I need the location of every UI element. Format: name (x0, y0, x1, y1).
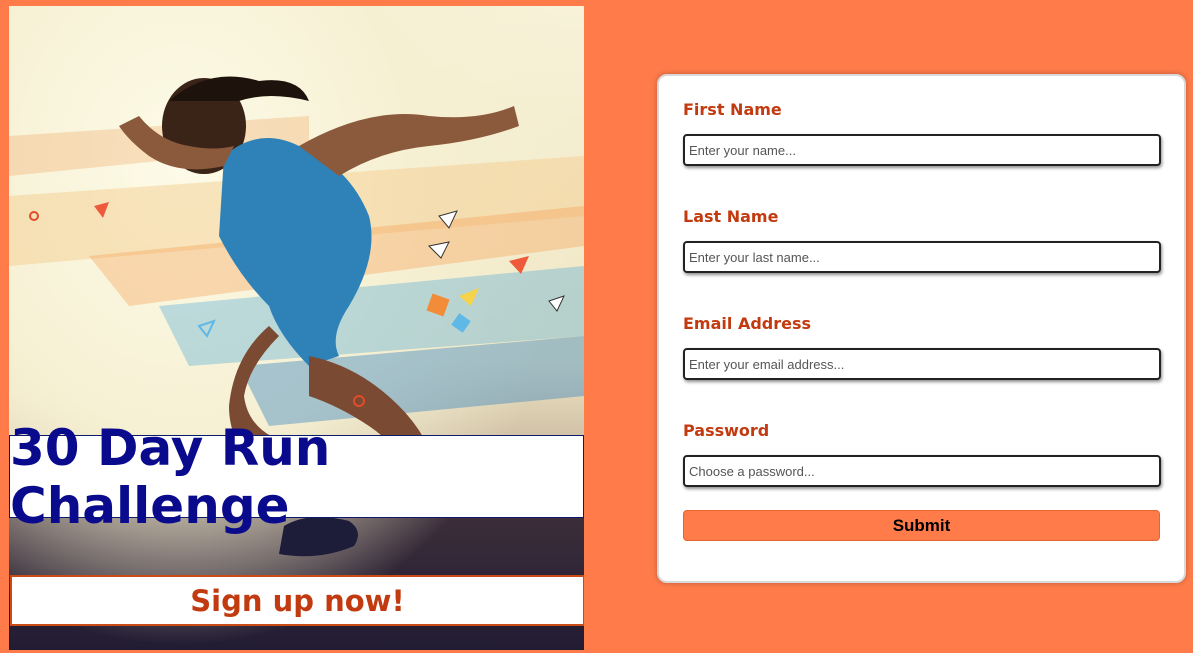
challenge-title: 30 Day Run Challenge (10, 418, 331, 535)
submit-button[interactable]: Submit (683, 510, 1160, 541)
last-name-input[interactable] (683, 241, 1161, 273)
password-input[interactable] (683, 455, 1161, 487)
challenge-title-banner: 30 Day Run Challenge (9, 419, 584, 535)
email-input[interactable] (683, 348, 1161, 380)
first-name-label: First Name (683, 100, 782, 119)
first-name-input[interactable] (683, 134, 1161, 166)
runner-illustration (9, 76, 584, 557)
password-label: Password (683, 421, 770, 440)
hero-image-panel: 30 Day Run Challenge Sign up now! (9, 6, 584, 650)
signup-form: First Name Last Name Email Address Passw… (657, 74, 1186, 583)
signup-cta-banner: Sign up now! (10, 575, 584, 626)
last-name-label: Last Name (683, 207, 779, 226)
email-label: Email Address (683, 314, 812, 333)
signup-cta-text: Sign up now! (190, 583, 405, 618)
